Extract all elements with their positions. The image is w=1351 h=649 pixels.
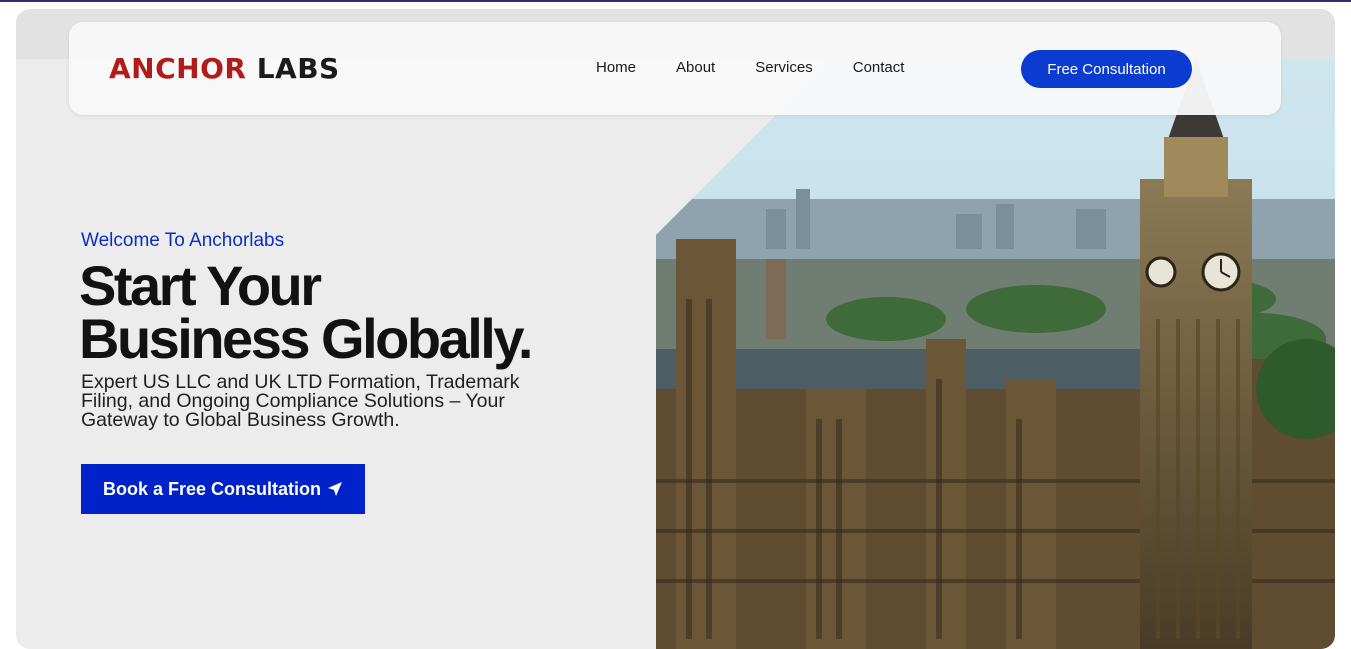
headline-line-1: Start Your [79, 254, 322, 317]
nav-links: Home About Services Contact [596, 58, 944, 78]
hero-headline: Start Your Business Globally. [79, 254, 639, 370]
window-top-border [0, 0, 1351, 2]
logo-part-anchor: ANCHOR [109, 52, 247, 85]
navbar: ANCHOR LABS Home About Services Contact … [69, 22, 1281, 115]
hero-description: Expert US LLC and UK LTD Formation, Trad… [81, 371, 520, 431]
nav-link-home[interactable]: Home [596, 58, 636, 78]
book-consultation-label: Book a Free Consultation [102, 478, 322, 499]
logo-part-labs: LABS [246, 52, 340, 85]
page-frame: ANCHOR LABS Home About Services Contact … [16, 9, 1335, 649]
headline-line-2: Business Globally. [79, 307, 533, 370]
hero-eyebrow: Welcome To Anchorlabs [81, 230, 285, 251]
nav-link-services[interactable]: Services [755, 58, 813, 78]
paper-plane-icon [327, 481, 343, 497]
nav-link-about[interactable]: About [676, 58, 715, 78]
brand-logo[interactable]: ANCHOR LABS [109, 52, 340, 86]
free-consultation-button[interactable]: Free Consultation [1021, 50, 1192, 88]
nav-link-contact[interactable]: Contact [853, 58, 905, 78]
hero-image [656, 59, 1335, 649]
book-consultation-button[interactable]: Book a Free Consultation [81, 464, 365, 514]
